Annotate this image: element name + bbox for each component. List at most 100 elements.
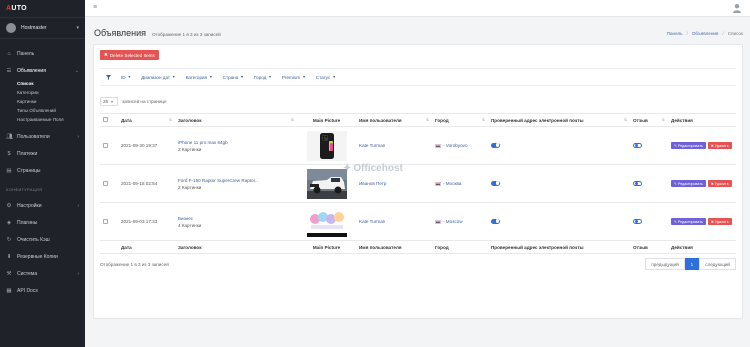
sidebar-item-label: Страницы (17, 167, 41, 174)
iphone-thumbnail[interactable] (306, 130, 347, 161)
filter-icon (106, 74, 111, 80)
row-review-cell (630, 126, 668, 165)
sidebar-item-backups[interactable]: ⬇ Резервные Копии (0, 248, 85, 265)
pagination-page-1[interactable]: 1 (684, 258, 700, 270)
sidebar-item-users[interactable]: 👥︎ Пользователи › (0, 128, 85, 145)
filter-country[interactable]: Страна ▼ (223, 75, 244, 80)
breadcrumb-current: Список (727, 31, 743, 36)
sidebar-subitem-ad-types[interactable]: Типы Объявлений (0, 106, 85, 115)
perpage-select[interactable]: 25 ▾ (100, 97, 118, 106)
row-select-cell (100, 164, 118, 203)
caret-down-icon: ▾ (76, 25, 79, 31)
system-icon: ⚒ (6, 270, 12, 277)
sidebar-item-pages[interactable]: ▤ Страницы (0, 162, 85, 179)
sidebar-subitem-categories[interactable]: Категории (0, 88, 85, 97)
footer-col-main-picture: Main Picture (297, 240, 356, 254)
filter-date-range[interactable]: Диапазон дат ▼ (141, 75, 175, 80)
sidebar-item-settings[interactable]: ⚙ Настройки › (0, 197, 85, 214)
money-icon: $ (7, 150, 11, 157)
delete-button[interactable]: ✖ Удалить (707, 180, 732, 187)
row-user-link[interactable]: Kate Turman (359, 219, 385, 224)
edit-button[interactable]: ✎ Редактировать (671, 180, 706, 187)
row-title-link[interactable]: Бизнес (178, 216, 294, 221)
col-user[interactable]: Имя пользователя ⇅ (356, 113, 432, 127)
col-verified-email[interactable]: Проверенный адрес электронной почты ⇅ (488, 113, 630, 127)
users-icon: 👥︎ (6, 133, 13, 140)
review-toggle[interactable] (633, 180, 642, 186)
select-all-checkbox[interactable] (103, 117, 108, 122)
sidebar-item-api-docs[interactable]: ▦ API Docs (0, 282, 85, 299)
sidebar-subitem-list[interactable]: Список (0, 79, 85, 88)
edit-button[interactable]: ✎ Редактировать (671, 218, 706, 225)
col-date[interactable]: Дата ⇅ (118, 113, 175, 127)
perpage-control: 25 ▾ записей на странице (100, 97, 167, 106)
backup-icon: ⬇ (6, 253, 12, 260)
delete-selected-button[interactable]: ✖ Delete Selected Items (100, 50, 159, 60)
row-checkbox[interactable] (103, 142, 108, 148)
table-row: 2021-09-18 02:54 Ford F-150 Raptor Super… (100, 164, 736, 203)
sidebar-subitem-custom-fields[interactable]: Настраиваемые Поля (0, 115, 85, 124)
row-city-link[interactable]: - Vorobyovo (443, 143, 468, 148)
sidebar-item-clear-cache[interactable]: ↻ Очистить Кэш (0, 231, 85, 248)
row-city-cell: - Vorobyovo (432, 126, 488, 165)
pagination-prev[interactable]: предыдущий (645, 258, 685, 270)
row-user-link[interactable]: Иванов Петр (359, 181, 386, 186)
sidebar-user[interactable]: Hostmaster ▾ (0, 17, 85, 39)
table-info: Отображение 1 в 3 из 3 записей (100, 262, 169, 267)
breadcrumb-ads[interactable]: Объявления (692, 31, 719, 36)
row-title-link[interactable]: Ford F-150 Raptor SuperCrew Raptor... (178, 178, 294, 183)
row-picture-cell (297, 126, 356, 165)
row-date: 2021-09-18 02:54 (118, 164, 175, 203)
footer-select-cell (100, 240, 118, 254)
verified-email-toggle[interactable] (491, 180, 500, 186)
row-user-cell: Kate Turman (356, 126, 432, 165)
sort-icon: ⇅ (661, 117, 665, 122)
filter-bar: ID ▼ Диапазон дат ▼ Категория ▼ Страна ▼ Гор… (100, 68, 736, 86)
col-title[interactable]: Заголовок ⇅ (175, 113, 297, 127)
col-city[interactable]: Город ⇅ (432, 113, 488, 127)
delete-button[interactable]: ✖ Удалить (707, 142, 732, 149)
filter-category[interactable]: Категория ▼ (186, 75, 213, 80)
verified-email-toggle[interactable] (491, 218, 500, 224)
row-checkbox[interactable] (103, 180, 108, 186)
sidebar-item-plugins[interactable]: ◈ Плагины (0, 214, 85, 231)
row-city-link[interactable]: - Москва (443, 181, 462, 186)
filter-premium[interactable]: Premium ▼ (282, 75, 306, 80)
sidebar-item-payments[interactable]: $ Платежи (0, 145, 85, 162)
review-toggle[interactable] (633, 142, 642, 148)
verified-email-toggle[interactable] (491, 142, 500, 148)
filter-city[interactable]: Город ▼ (254, 75, 272, 80)
row-actions-cell: ✎ Редактировать ✖ Удалить (668, 202, 736, 241)
pagination-next[interactable]: следующий (699, 258, 736, 270)
page-subtitle: Отображение 1 в 3 из 3 записей (152, 32, 221, 37)
row-user-link[interactable]: Kate Turman (359, 143, 385, 148)
delete-button[interactable]: ✖ Удалить (707, 218, 732, 225)
breadcrumb: Панель / Объявления / Список (667, 31, 743, 36)
review-toggle[interactable] (633, 218, 642, 224)
user-name: Hostmaster (21, 25, 47, 31)
chevron-right-icon: › (77, 202, 79, 209)
hamburger-icon[interactable]: ≡ (93, 4, 97, 11)
sidebar-subitem-pictures[interactable]: Картинки (0, 97, 85, 106)
col-review[interactable]: Отзыв ⇅ (630, 113, 668, 127)
business-thumbnail[interactable] (306, 206, 347, 237)
breadcrumb-dashboard[interactable]: Панель (667, 31, 683, 36)
sidebar-item-ads[interactable]: ☰ Объявления ⌄ (0, 62, 85, 79)
user-icon[interactable] (732, 3, 742, 13)
row-checkbox[interactable] (103, 218, 108, 224)
watermark: ✦ Officehost (343, 163, 403, 174)
table-row: 2021-09-30 19:37 iPhone 11 pro max 64gb … (100, 126, 736, 165)
sort-icon: ⇅ (290, 117, 294, 122)
filter-id[interactable]: ID ▼ (121, 75, 131, 80)
sidebar-item-dashboard[interactable]: ⌂ Панель (0, 45, 85, 62)
logo[interactable]: AUTO (6, 5, 27, 12)
row-city-link[interactable]: - Moscow (443, 219, 463, 224)
truck-thumbnail[interactable] (306, 168, 347, 199)
edit-button[interactable]: ✎ Редактировать (671, 142, 706, 149)
sidebar-item-label: Пользователи (17, 133, 50, 140)
sidebar-item-label: Плагины (17, 219, 38, 226)
filter-status[interactable]: Статус ▼ (316, 75, 336, 80)
row-title-link[interactable]: iPhone 11 pro max 64gb (178, 140, 294, 145)
row-pictures-count: 4 Картинки (178, 222, 202, 228)
sidebar-item-system[interactable]: ⚒ Система › (0, 265, 85, 282)
